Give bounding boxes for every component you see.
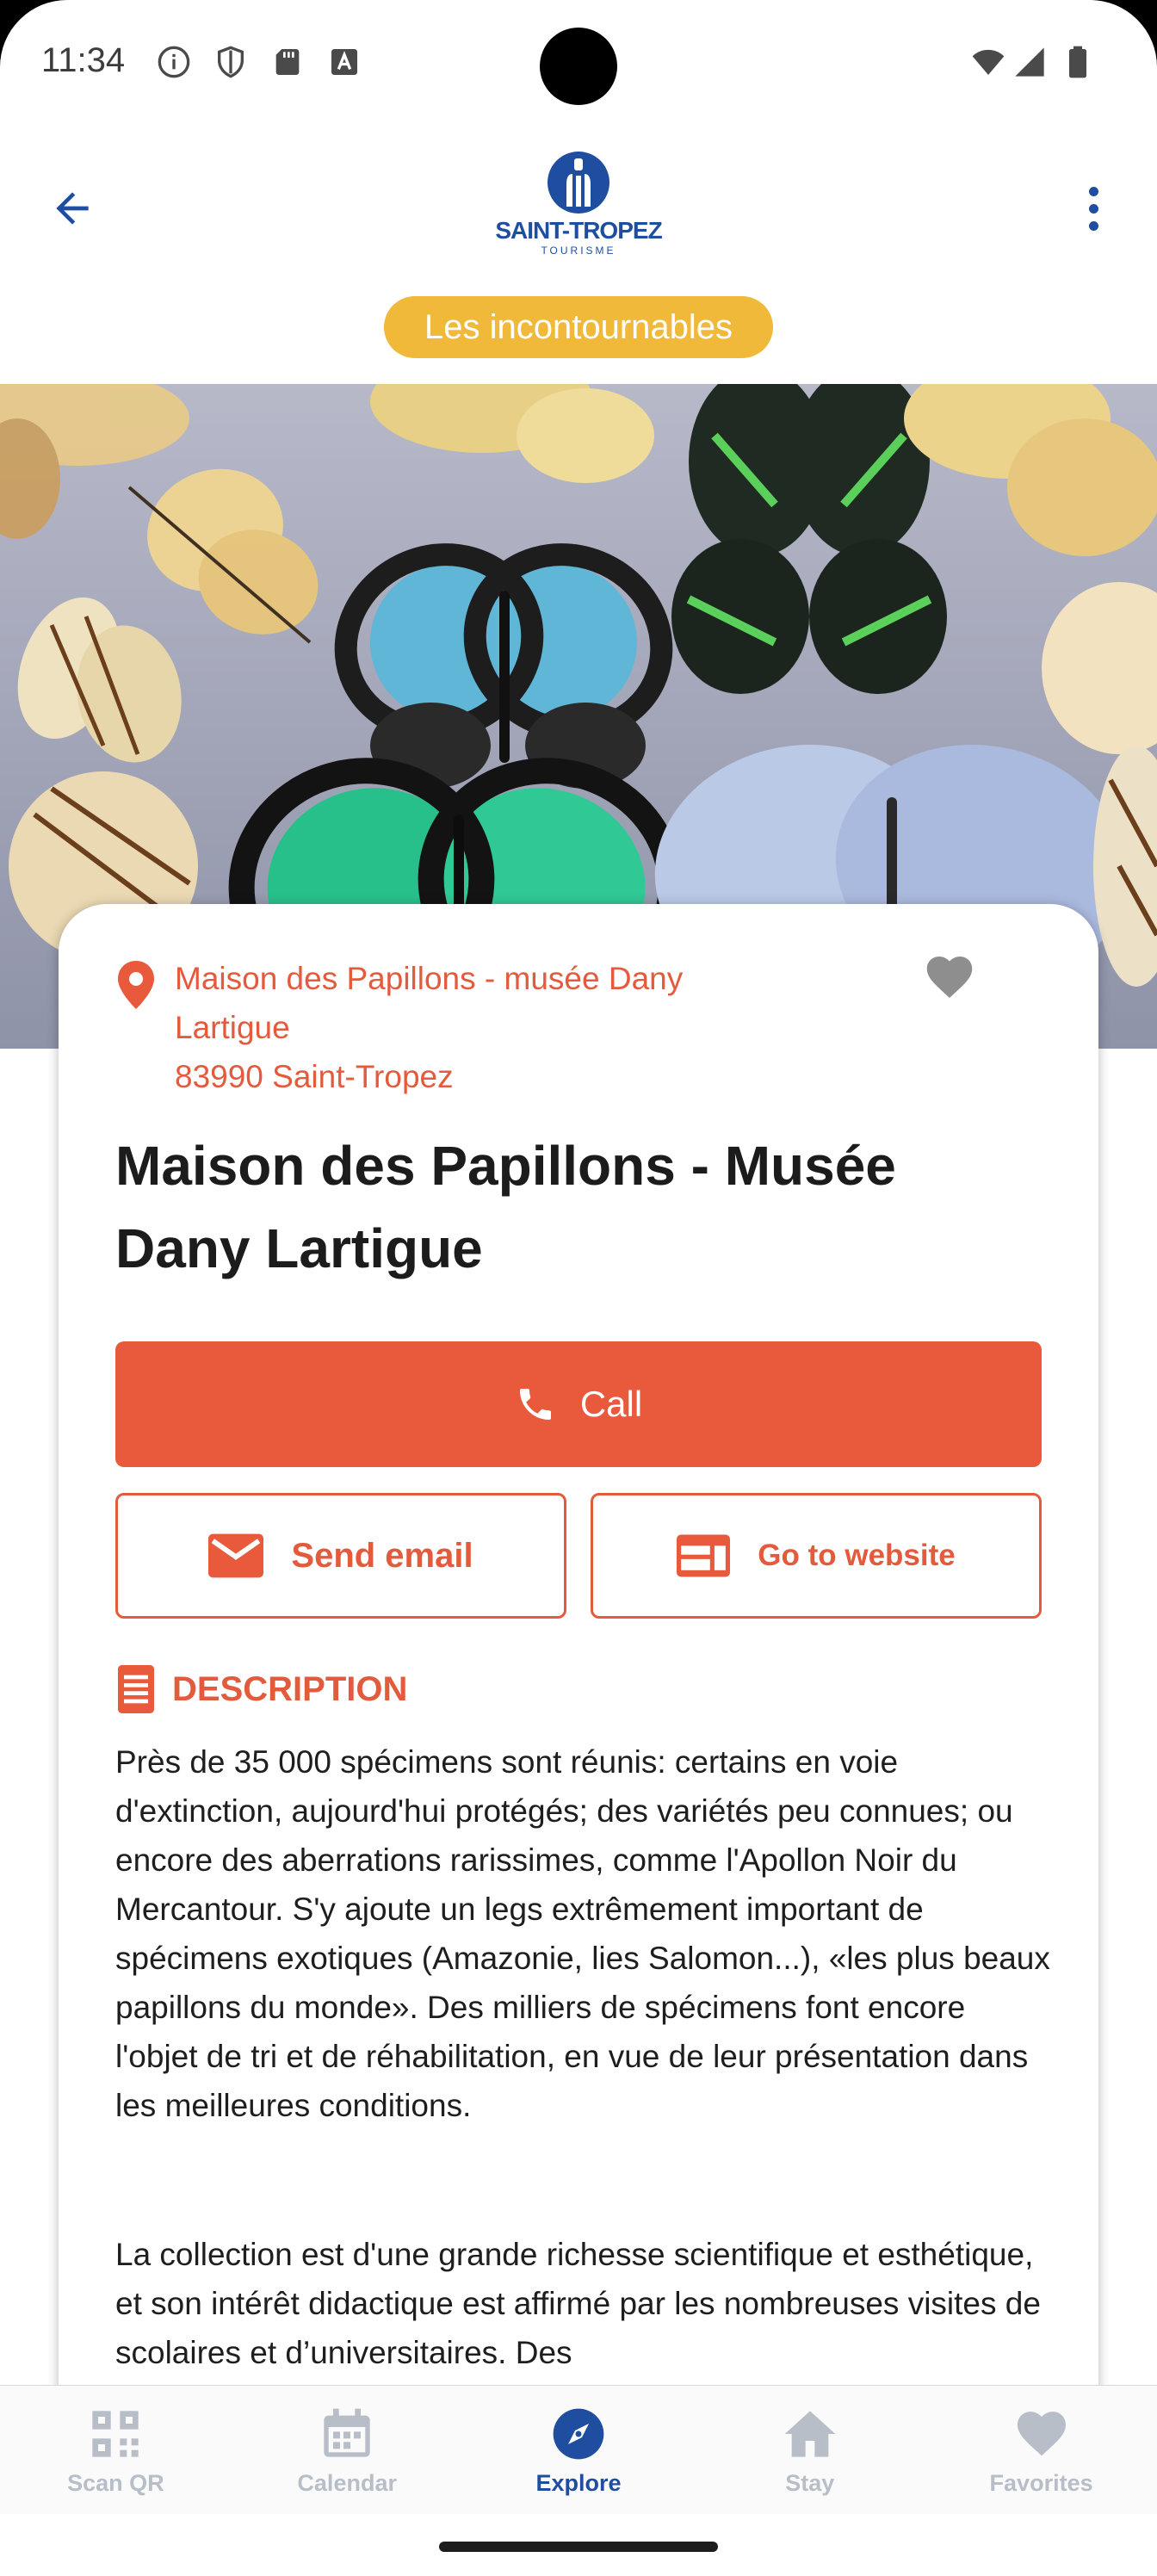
favorite-heart-icon[interactable] — [924, 952, 975, 1000]
go-to-website-label: Go to website — [758, 1539, 956, 1572]
nav-label: Calendar — [297, 2470, 397, 2496]
mail-icon — [208, 1533, 264, 1578]
gesture-navigation-area — [0, 2514, 1157, 2576]
category-chip: Les incontournables — [384, 296, 773, 358]
document-icon — [118, 1665, 154, 1713]
address-line-2: Lartigue — [175, 1010, 290, 1045]
description-header: DESCRIPTION — [115, 1662, 407, 1717]
nav-label: Explore — [535, 2470, 622, 2496]
home-icon — [784, 2411, 836, 2457]
nav-item-favorites[interactable]: Favorites — [925, 2386, 1157, 2514]
more-vert-icon-dot — [1088, 186, 1098, 196]
sd-card-icon — [275, 49, 300, 75]
heart-icon — [1017, 2412, 1066, 2456]
camera-cutout — [540, 28, 617, 105]
description-title: DESCRIPTION — [172, 1669, 408, 1708]
status-time: 11:34 — [41, 41, 126, 79]
back-button[interactable] — [38, 174, 107, 243]
call-button-label: Call — [579, 1384, 643, 1424]
nav-label: Stay — [785, 2470, 835, 2496]
saint-tropez-logo: SAINT-TROPEZ TOURISME — [492, 150, 665, 257]
nav-label: Scan QR — [67, 2470, 164, 2496]
address-line-1: Maison des Papillons - musée Dany — [175, 961, 684, 996]
address-line-3: 83990 Saint-Tropez — [175, 1059, 454, 1094]
description-paragraph: La collection est d'une grande richesse … — [115, 2237, 1041, 2370]
app-screen: 11:34 SAINT-TROPEZ TOURISME Les incontou… — [0, 0, 1157, 2576]
place-detail-card: Maison des Papillons - musée Dany Lartig… — [59, 904, 1098, 2454]
logo-emblem-icon — [548, 152, 609, 214]
nav-item-calendar[interactable]: Calendar — [232, 2386, 463, 2514]
nav-item-explore[interactable]: Explore — [463, 2386, 695, 2514]
phone-icon — [519, 1389, 551, 1420]
description-paragraph: Près de 35 000 spécimens sont réunis: ce… — [115, 1744, 1050, 2123]
bottom-navigation: Scan QR Calendar Explore Stay Favorites — [0, 2385, 1157, 2514]
gesture-handle[interactable] — [439, 2542, 718, 2552]
arrow-back-icon — [56, 192, 89, 225]
logo-subtitle: TOURISME — [541, 245, 616, 257]
app-bar: SAINT-TROPEZ TOURISME — [0, 129, 1157, 276]
battery-icon — [1069, 46, 1086, 78]
info-icon — [158, 46, 190, 78]
send-email-button[interactable]: Send email — [115, 1493, 566, 1619]
go-to-website-button[interactable]: Go to website — [591, 1493, 1042, 1619]
calendar-icon — [324, 2408, 370, 2457]
qr-code-icon — [92, 2411, 139, 2457]
call-button[interactable]: Call — [115, 1341, 1042, 1467]
more-options-button[interactable] — [1076, 174, 1111, 243]
nav-label: Favorites — [989, 2470, 1093, 2496]
logo-title: SAINT-TROPEZ — [495, 217, 662, 244]
location-pin-icon — [118, 961, 154, 1009]
shield-icon — [218, 46, 244, 78]
address-block[interactable]: Maison des Papillons - musée Dany Lartig… — [175, 954, 795, 1101]
more-vert-icon-dot — [1088, 220, 1098, 231]
place-title: Maison des Papillons - Musée Dany Lartig… — [115, 1135, 896, 1279]
send-email-label: Send email — [291, 1536, 473, 1575]
status-bar: 11:34 — [0, 0, 1157, 129]
font-a-icon — [331, 49, 357, 75]
nav-item-scan-qr[interactable]: Scan QR — [0, 2386, 232, 2514]
wifi-icon — [972, 49, 1005, 75]
web-icon — [677, 1534, 731, 1577]
more-vert-icon-dot — [1088, 203, 1098, 214]
cell-signal-icon — [1015, 47, 1044, 77]
compass-icon — [553, 2408, 604, 2460]
nav-item-stay[interactable]: Stay — [694, 2386, 925, 2514]
